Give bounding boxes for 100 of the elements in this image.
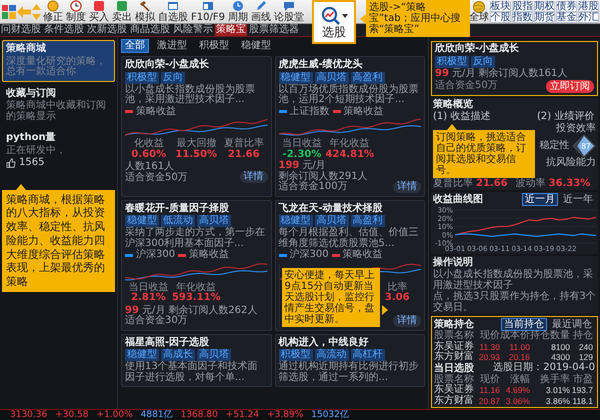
strategy-card[interactable]: 福星高照-因子选股 稳健型 高成长 高贝塔 使用13个基本面因子和技术面因子进行选股，对每个单... xyxy=(121,334,272,387)
tag: 高贝塔 xyxy=(314,215,348,227)
market-button[interactable]: 期货 xyxy=(534,12,555,22)
strategy-card[interactable]: 春暖花开-质量因子择股 稳健型 低流动 高贝塔 采纳了两步走的方式，第一步在沪深300利用基本面因子... 沪深300 策略收益 当日收益 2.81% 年化收益 593.11% 99 元/月 剩余订阅人数262人 适合资金30万 xyxy=(121,200,272,330)
subscriber-quota: 剩余订阅人数262人 xyxy=(168,306,258,316)
magnifier-chart-icon xyxy=(320,6,340,26)
chat-icon xyxy=(282,0,295,12)
filter-tab[interactable]: 激进型 xyxy=(153,39,191,53)
market-button[interactable]: 个股 xyxy=(490,12,511,22)
up-down-arrows-icon[interactable] xyxy=(32,4,41,20)
table-cell-text: 8100 xyxy=(550,342,570,352)
strategy-card[interactable]: 欣欣向荣-小盘成长 积极型 反向 以小盘成长指数成份股为股票池，采用激进型技术因子... 策略收益 化收益 0.60% 最大回撤 11.50% 夏普比率 21.66 人数161人 适合资金50万 详情 xyxy=(121,56,272,196)
card-description: 以百万场优质指数成份股为股票池，运用2个短期技术因子... xyxy=(278,84,420,106)
toolbar-button[interactable]: 自选股 xyxy=(157,0,189,23)
price-unit: 元/月 xyxy=(142,306,166,316)
callout: 安心便捷，每天早上9点15分自动更新当天选股计划，监控行情产生交易信号，盘中实时更新。 xyxy=(282,268,380,326)
tag: 反向 xyxy=(161,72,185,84)
tag: 高流动 xyxy=(314,349,348,361)
details-button[interactable]: 详情 xyxy=(240,171,268,183)
tab[interactable]: 股票筛选器 xyxy=(248,24,300,36)
sidebar-item[interactable]: 策略商城 深度量化研究的策略，总有一款适合你 xyxy=(2,40,115,82)
filter-tab[interactable]: 积极型 xyxy=(195,39,233,53)
range-tab[interactable]: 近一月 xyxy=(522,193,558,206)
toolbar-button[interactable]: 模拟 xyxy=(134,0,156,23)
range-tab[interactable]: 近一年 xyxy=(560,193,596,206)
tag: 低流动 xyxy=(161,215,195,227)
tab[interactable]: 商品选股 xyxy=(129,24,171,36)
market-button[interactable]: 外汇 xyxy=(578,12,599,22)
section-title: 策略概览 xyxy=(433,99,474,110)
table-cell-text: 118.1 xyxy=(571,396,593,406)
filter-tab[interactable]: 全部 xyxy=(121,39,149,53)
tag: 积极型 xyxy=(278,349,312,361)
table-cell-text: 11.30 xyxy=(478,342,500,352)
toolbar-button[interactable]: 修正 xyxy=(42,0,64,23)
table-header: 现价 xyxy=(479,331,500,342)
toolbar-button[interactable]: 画线 xyxy=(250,0,272,23)
card-description: 通过机构近期持有比例进行初步筛选股，通过一系列的... xyxy=(278,362,420,383)
radar-label: 稳定性 xyxy=(540,140,570,152)
market-button[interactable]: 期权 xyxy=(534,0,555,12)
table-header: 股票名称 xyxy=(434,374,475,384)
callout-pointer xyxy=(382,304,388,314)
window-icon xyxy=(202,0,214,12)
section-title: 操作说明 xyxy=(433,257,474,268)
stat-value: 21.66 xyxy=(228,150,260,160)
strategy-card[interactable]: 机构进入，中线良好 积极型 高流动 高杠杆 通过机构近期持有比例进行初步筛选股，通过一系列的... xyxy=(274,334,425,387)
toolbar-button[interactable]: 论股堂 xyxy=(272,0,305,23)
stock-picker-button[interactable]: 选股 xyxy=(312,0,356,44)
item-description: 策略商城中收藏和订阅的策略显示 xyxy=(6,101,107,122)
toolbar-button[interactable]: 买入 xyxy=(88,0,110,23)
details-button[interactable]: 详情 xyxy=(393,314,421,326)
strategy-card[interactable]: 飞龙在天-动量技术择股 稳健型 高贝塔 高盈利 每个月根据盈利、估值、价值三维角度筛选优质股票池5... 沪深300 策略收益 比率 3.06 详情 安心便捷，每天早上9点15分自动更新当天选股计划，监控行情产生交易信号，盘中实时更新。 xyxy=(274,200,425,330)
sidebar-item[interactable]: 收藏与订阅 策略商城中收藏和订阅的策略显示 xyxy=(2,84,115,126)
market-button[interactable]: 港股 xyxy=(578,0,599,12)
price: 199 xyxy=(278,161,300,171)
item-title: 收藏与订阅 xyxy=(6,88,57,99)
sidebar-item[interactable]: python量 正在研发中， 1565 xyxy=(2,129,115,172)
tab[interactable]: 策略宝 xyxy=(215,24,247,36)
tag: 高贝塔 xyxy=(197,215,231,227)
table-cell-text: 20.93 xyxy=(478,352,500,362)
toolbar-button[interactable]: 制度 xyxy=(65,0,87,23)
ticker-value: 15032亿 xyxy=(311,411,349,420)
strategy-card[interactable]: 虎虎生威-绩优龙头 稳健型 高贝塔 高盈利 以百万场优质指数成份股为股票池，运用2个短期技术因子... 上证指数 策略收益 当日收益 -2.30% 年化收益 424.81% 199 元/月 剩余订阅人数291人 适合资金100万 详情 xyxy=(274,56,425,196)
tab[interactable]: 问财选股 xyxy=(0,24,42,36)
table-cell-text: 11.00 xyxy=(508,342,530,352)
holdings-tab[interactable]: 最近调仓 xyxy=(549,318,595,331)
global-button[interactable]: 全球 xyxy=(468,0,490,23)
radar-label: 抗风险能力 xyxy=(546,158,596,168)
market-button[interactable]: 基金 xyxy=(556,12,577,22)
table-cell-text: 东吴证券 xyxy=(434,342,475,352)
subscribe-button[interactable]: 立即订阅 xyxy=(546,80,594,93)
table-header: 成本价 xyxy=(500,331,530,342)
holdings-tab[interactable]: 当前持仓 xyxy=(501,318,547,331)
market-button[interactable]: 指数 xyxy=(512,12,533,22)
logo-icon[interactable] xyxy=(2,4,16,18)
table-cell-text: 129 xyxy=(578,352,593,362)
ticker-value: 3130.36 xyxy=(10,411,48,420)
square-icon xyxy=(93,0,105,12)
tab[interactable]: 风险警示 xyxy=(172,24,214,36)
toolbar-button[interactable]: F10/F9 xyxy=(190,0,226,23)
tab[interactable]: 次新选股 xyxy=(86,24,128,36)
market-button[interactable]: 板块 xyxy=(490,0,511,12)
fund-requirement: 适合资金50万 xyxy=(435,81,498,92)
stat-label: 波动率 xyxy=(516,178,546,189)
market-button[interactable]: 股指 xyxy=(512,0,533,12)
table-cell-text: 3.86% xyxy=(544,396,570,406)
instruction-text: 点，挑选3只股票作为持仓，持有3个交易日。 xyxy=(433,292,596,313)
stat-value: 21.66 xyxy=(476,178,508,189)
filter-tab[interactable]: 稳健型 xyxy=(237,39,275,53)
table-cell-text: 240 xyxy=(578,342,593,352)
tab[interactable]: 条件选股 xyxy=(43,24,85,36)
radar-label: 投资效率 xyxy=(556,124,596,134)
details-button[interactable]: 详情 xyxy=(393,180,421,192)
ticker-value: +1.00% xyxy=(96,411,133,420)
market-button[interactable]: 债券 xyxy=(556,0,577,12)
table-header: 现价 xyxy=(479,374,500,385)
toolbar-button[interactable]: 卖出 xyxy=(111,0,133,23)
window-icon xyxy=(167,0,179,12)
fund-requirement: 适合资金50万 xyxy=(125,172,189,183)
stat-value: 0.60% xyxy=(131,150,166,160)
toolbar-button[interactable]: 周期 xyxy=(226,0,249,23)
